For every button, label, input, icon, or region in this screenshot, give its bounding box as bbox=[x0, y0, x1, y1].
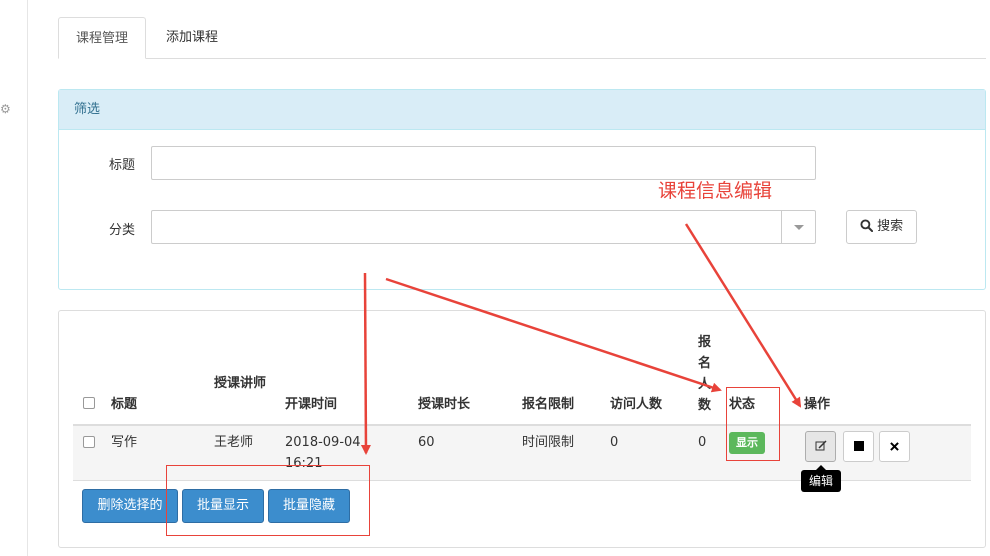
hide-button[interactable] bbox=[843, 431, 874, 462]
search-button-label: 搜索 bbox=[877, 219, 904, 234]
title-field-label: 标题 bbox=[109, 158, 136, 173]
tab-course-manage[interactable]: 课程管理 bbox=[58, 17, 146, 59]
cell-enrolled: 0 bbox=[698, 435, 707, 450]
category-select[interactable] bbox=[151, 210, 816, 244]
search-button[interactable]: 搜索 bbox=[846, 210, 917, 244]
filter-panel-title: 筛选 bbox=[59, 90, 985, 130]
left-sidebar-strip: ⚙ bbox=[0, 0, 28, 556]
edit-button[interactable] bbox=[805, 431, 836, 462]
chevron-down-icon[interactable] bbox=[781, 211, 815, 243]
select-all-checkbox[interactable] bbox=[83, 397, 95, 409]
category-field-label: 分类 bbox=[109, 223, 136, 238]
annotation-label: 课程信息编辑 bbox=[658, 180, 773, 202]
edit-tooltip: 编辑 bbox=[801, 465, 841, 492]
delete-selected-button[interactable]: 删除选择的 bbox=[82, 489, 178, 523]
cell-enroll-limit: 时间限制 bbox=[522, 435, 575, 450]
annotation-box-status bbox=[726, 387, 780, 461]
tab-bar: 课程管理 添加课程 bbox=[58, 17, 986, 59]
close-icon bbox=[890, 442, 899, 451]
filter-panel: 筛选 标题 分类 搜索 bbox=[58, 89, 986, 290]
header-title: 标题 bbox=[111, 397, 138, 412]
header-start-time: 开课时间 bbox=[285, 397, 338, 412]
delete-button[interactable] bbox=[879, 431, 910, 462]
edit-icon bbox=[815, 440, 827, 451]
tab-add-course[interactable]: 添加课程 bbox=[146, 17, 238, 59]
cell-duration: 60 bbox=[418, 435, 435, 450]
cell-title: 写作 bbox=[111, 435, 138, 450]
header-visits: 访问人数 bbox=[610, 397, 663, 412]
cell-visits: 0 bbox=[610, 435, 619, 450]
search-icon bbox=[860, 219, 874, 233]
annotation-box-bulk bbox=[166, 465, 370, 536]
row-checkbox[interactable] bbox=[83, 436, 95, 448]
gear-icon[interactable]: ⚙ bbox=[0, 102, 14, 116]
title-input[interactable] bbox=[151, 146, 816, 180]
header-actions: 操作 bbox=[804, 397, 831, 412]
header-teacher: 授课讲师 bbox=[214, 376, 267, 391]
header-enrolled: 报名人数 bbox=[698, 335, 712, 413]
cell-teacher: 王老师 bbox=[214, 435, 254, 450]
header-duration: 授课时长 bbox=[418, 397, 471, 412]
stop-icon bbox=[853, 441, 864, 451]
page: ⚙ 课程管理 添加课程 筛选 标题 分类 搜索 标题 授课讲师 开课时间 授课时… bbox=[0, 0, 990, 556]
header-enroll-limit: 报名限制 bbox=[522, 397, 575, 412]
